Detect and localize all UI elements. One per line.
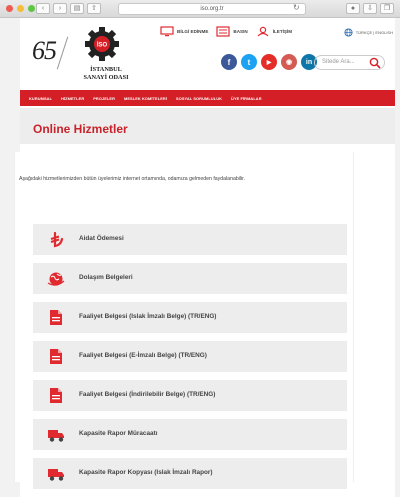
youtube-icon[interactable]: ▶ bbox=[261, 54, 277, 70]
service-label: Faaliyet Belgesi (Islak İmzalı Belge) (T… bbox=[79, 313, 217, 320]
truck-icon bbox=[48, 469, 64, 481]
nav-item-meslek-komiteleri[interactable]: MESLEK KOMİTELERİ bbox=[124, 96, 167, 101]
service-label: Kapasite Rapor Kopyası (Islak İmzalı Rap… bbox=[79, 469, 213, 476]
service-dolasim-belgeleri[interactable]: Dolaşım Belgeleri bbox=[33, 263, 347, 294]
forward-button[interactable]: › bbox=[53, 3, 67, 14]
browser-toolbar: ‹ › ▤ ⇧ iso.org.tr ↻ ● ⇩ ❐ bbox=[0, 0, 400, 18]
service-faaliyet-belgesi-islak[interactable]: Faaliyet Belgesi (Islak İmzalı Belge) (T… bbox=[33, 302, 347, 333]
search-input[interactable]: Sitede Ara... bbox=[314, 55, 385, 70]
service-label: Dolaşım Belgeleri bbox=[79, 274, 133, 281]
window-controls bbox=[6, 5, 35, 12]
service-label: Faaliyet Belgesi (E-İmzalı Belge) (TR/EN… bbox=[79, 352, 207, 359]
address-bar[interactable]: iso.org.tr bbox=[118, 3, 306, 15]
site-header: 65 İSO İSTANBUL SANAYİ ODASI BİLGİ EDİNM… bbox=[20, 18, 395, 90]
service-label: Aidat Ödemesi bbox=[79, 235, 124, 242]
document-icon bbox=[50, 349, 62, 364]
nav-item-kurumsal[interactable]: KURUMSAL bbox=[29, 96, 52, 101]
top-link-basin[interactable]: BASIN bbox=[216, 26, 248, 37]
anniversary-logo: 65 bbox=[32, 36, 57, 65]
iso-gear-logo[interactable]: İSO bbox=[82, 24, 122, 64]
downloads-button[interactable]: ⇩ bbox=[363, 3, 377, 14]
page-title-bar: Online Hizmetler bbox=[20, 108, 395, 144]
service-label: Kapasite Rapor Müracaatı bbox=[79, 430, 158, 437]
service-faaliyet-belgesi-eimza[interactable]: Faaliyet Belgesi (E-İmzalı Belge) (TR/EN… bbox=[33, 341, 347, 372]
sidebar-toggle-button[interactable]: ▤ bbox=[70, 3, 84, 14]
contact-icon bbox=[257, 26, 269, 37]
intro-text: Aşağıdaki hizmetlerimizden bütün üyeleri… bbox=[19, 176, 246, 182]
lira-icon bbox=[50, 231, 64, 248]
service-aidat-odemesi[interactable]: Aidat Ödemesi bbox=[33, 224, 347, 255]
extension-button[interactable]: ● bbox=[346, 3, 360, 14]
top-links: BİLGİ EDİNME BASIN İLETİŞİM bbox=[160, 26, 292, 37]
tabs-button[interactable]: ❐ bbox=[380, 3, 394, 14]
language-switcher[interactable]: TÜRKÇE | ENGLISH bbox=[344, 28, 393, 37]
nav-item-hizmetler[interactable]: HİZMETLER bbox=[61, 96, 84, 101]
top-link-bilgi-edinme[interactable]: BİLGİ EDİNME bbox=[160, 26, 208, 37]
share-button[interactable]: ⇧ bbox=[87, 3, 101, 14]
truck-icon bbox=[48, 430, 64, 442]
globe-small-icon bbox=[344, 28, 353, 37]
minimize-window-button[interactable] bbox=[17, 5, 24, 12]
document-icon bbox=[50, 388, 62, 403]
nav-item-sosyal-sorumluluk[interactable]: SOSYAL SORUMLULUK bbox=[176, 96, 222, 101]
service-label: Faaliyet Belgesi (İndirilebilir Belge) (… bbox=[79, 391, 216, 398]
search-icon[interactable] bbox=[369, 57, 381, 69]
newspaper-icon bbox=[216, 26, 231, 37]
reload-icon[interactable]: ↻ bbox=[293, 3, 300, 12]
document-icon bbox=[50, 310, 62, 325]
back-button[interactable]: ‹ bbox=[36, 3, 50, 14]
service-kapasite-rapor-muracaati[interactable]: Kapasite Rapor Müracaatı bbox=[33, 419, 347, 450]
instagram-icon[interactable]: ◉ bbox=[281, 54, 297, 70]
nav-item-projeler[interactable]: PROJELER bbox=[93, 96, 115, 101]
maximize-window-button[interactable] bbox=[28, 5, 35, 12]
monitor-icon bbox=[160, 26, 174, 37]
nav-item-uye-firmalar[interactable]: ÜYE FİRMALAR bbox=[231, 96, 262, 101]
globe-icon bbox=[47, 272, 65, 286]
org-name: İSTANBUL SANAYİ ODASI bbox=[83, 66, 129, 81]
facebook-icon[interactable]: f bbox=[221, 54, 237, 70]
social-links: f t ▶ ◉ in bbox=[221, 54, 317, 70]
page-title: Online Hizmetler bbox=[33, 122, 128, 136]
service-kapasite-rapor-kopyasi[interactable]: Kapasite Rapor Kopyası (Islak İmzalı Rap… bbox=[33, 458, 347, 489]
top-link-iletisim[interactable]: İLETİŞİM bbox=[256, 26, 292, 37]
main-nav: KURUMSAL HİZMETLER PROJELER MESLEK KOMİT… bbox=[20, 90, 395, 106]
twitter-icon[interactable]: t bbox=[241, 54, 257, 70]
close-window-button[interactable] bbox=[6, 5, 13, 12]
svg-text:İSO: İSO bbox=[97, 42, 108, 49]
service-faaliyet-belgesi-indirilebilir[interactable]: Faaliyet Belgesi (İndirilebilir Belge) (… bbox=[33, 380, 347, 411]
